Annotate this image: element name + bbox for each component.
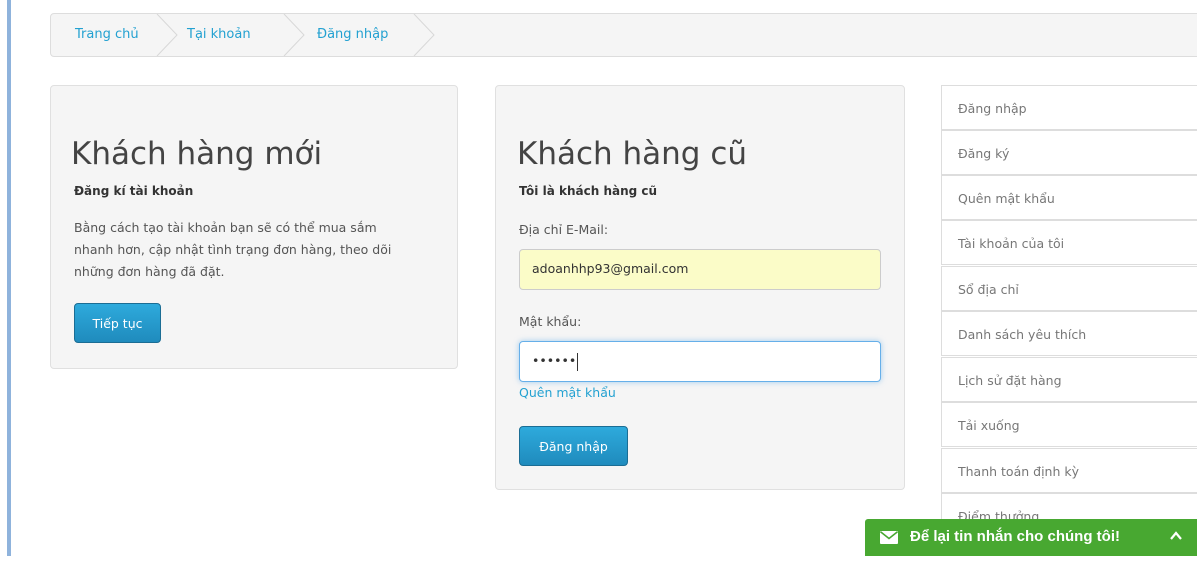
sidebar-item-order-history[interactable]: Lịch sử đặt hàng <box>941 357 1197 402</box>
new-customer-description-line: những đơn hàng đã đặt. <box>74 264 225 279</box>
sidebar-item-forgot-password[interactable]: Quên mật khẩu <box>941 175 1197 220</box>
sidebar-item-wishlist[interactable]: Danh sách yêu thích <box>941 311 1197 356</box>
text-caret <box>577 352 579 371</box>
breadcrumb-separator-icon <box>413 14 435 56</box>
breadcrumb-home[interactable]: Trang chủ <box>75 14 139 56</box>
new-customer-description-line: nhanh hơn, cập nhật tình trạng đơn hàng,… <box>74 242 392 257</box>
returning-customer-subtitle: Tôi là khách hàng cũ <box>519 184 658 198</box>
breadcrumb-separator-icon <box>156 14 178 56</box>
envelope-icon <box>880 531 898 544</box>
chat-label: Để lại tin nhắn cho chúng tôi! <box>910 528 1120 545</box>
sidebar-item-downloads[interactable]: Tải xuống <box>941 402 1197 447</box>
returning-customer-title: Khách hàng cũ <box>517 136 748 172</box>
password-label: Mật khẩu: <box>519 314 582 329</box>
forgot-password-link[interactable]: Quên mật khẩu <box>519 385 616 400</box>
breadcrumb: Trang chủ Tại khoản Đăng nhập <box>50 13 1197 57</box>
new-customer-panel: Khách hàng mới Đăng kí tài khoản Bằng cá… <box>50 85 458 369</box>
account-sidebar: Đăng nhập Đăng ký Quên mật khẩu Tài khoả… <box>941 85 1197 565</box>
breadcrumb-separator-icon <box>283 14 305 56</box>
sidebar-item-login[interactable]: Đăng nhập <box>941 85 1197 130</box>
email-label: Địa chỉ E-Mail: <box>519 222 609 237</box>
sidebar-item-recurring-payments[interactable]: Thanh toán định kỳ <box>941 448 1197 493</box>
sidebar-item-register[interactable]: Đăng ký <box>941 130 1197 175</box>
breadcrumb-account[interactable]: Tại khoản <box>187 14 251 56</box>
sidebar-item-address-book[interactable]: Sổ địa chỉ <box>941 266 1197 311</box>
continue-button[interactable]: Tiếp tục <box>74 303 161 343</box>
leave-message-chat-bar[interactable]: Để lại tin nhắn cho chúng tôi! <box>865 519 1197 556</box>
password-field[interactable]: •••••• <box>519 341 881 382</box>
left-edge-rule <box>7 0 11 556</box>
returning-customer-panel: Khách hàng cũ Tôi là khách hàng cũ Địa c… <box>495 85 905 490</box>
password-masked-value: •••••• <box>532 353 577 368</box>
login-button[interactable]: Đăng nhập <box>519 426 628 466</box>
sidebar-item-my-account[interactable]: Tài khoản của tôi <box>941 220 1197 265</box>
email-field[interactable]: adoanhhp93@gmail.com <box>519 249 881 290</box>
breadcrumb-login[interactable]: Đăng nhập <box>317 14 388 56</box>
chevron-up-icon[interactable] <box>1169 529 1183 543</box>
new-customer-description-line: Bằng cách tạo tài khoản bạn sẽ có thể mu… <box>74 220 377 235</box>
new-customer-title: Khách hàng mới <box>71 136 323 172</box>
new-customer-subtitle: Đăng kí tài khoản <box>74 184 194 198</box>
